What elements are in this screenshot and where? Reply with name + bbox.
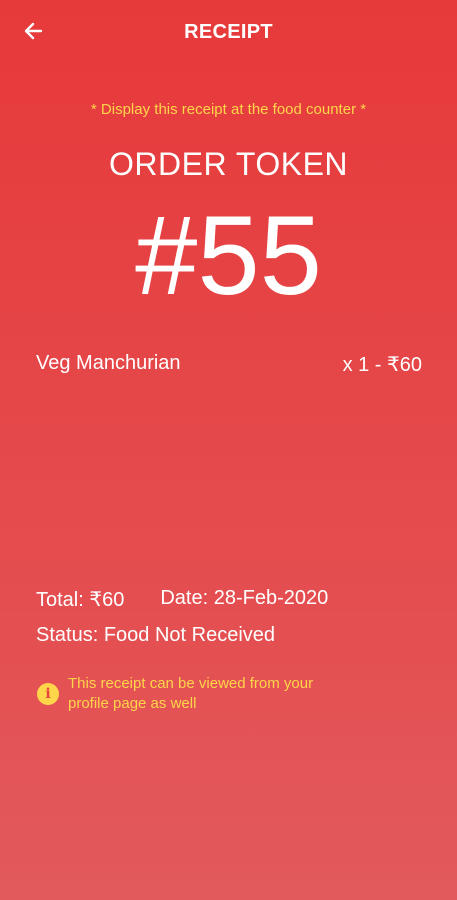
info-note: i This receipt can be viewed from your p… [37,674,328,714]
info-text: This receipt can be viewed from your pro… [68,675,314,712]
app-bar: RECEIPT [0,0,457,66]
display-notice: * Display this receipt at the food count… [90,101,367,118]
total-amount: Total: ₹60 [36,589,125,611]
order-token-number: #55 [135,193,322,318]
item-qty-price: x 1 - ₹60 [342,354,422,376]
page-title: RECEIPT [184,21,273,43]
order-date: Date: 28-Feb-2020 [160,587,329,609]
item-name: Veg Manchurian [36,352,181,374]
order-token-label: ORDER TOKEN [108,146,349,182]
order-item-row: Veg Manchurian x 1 - ₹60 [36,352,422,377]
order-status: Status: Food Not Received [36,624,276,646]
info-icon: i [37,683,59,705]
summary-line: Total: ₹60 Date: 28-Feb-2020 [36,587,328,624]
summary-line: Status: Food Not Received [36,624,328,661]
order-summary: Total: ₹60 Date: 28-Feb-2020 Status: Foo… [36,587,328,661]
